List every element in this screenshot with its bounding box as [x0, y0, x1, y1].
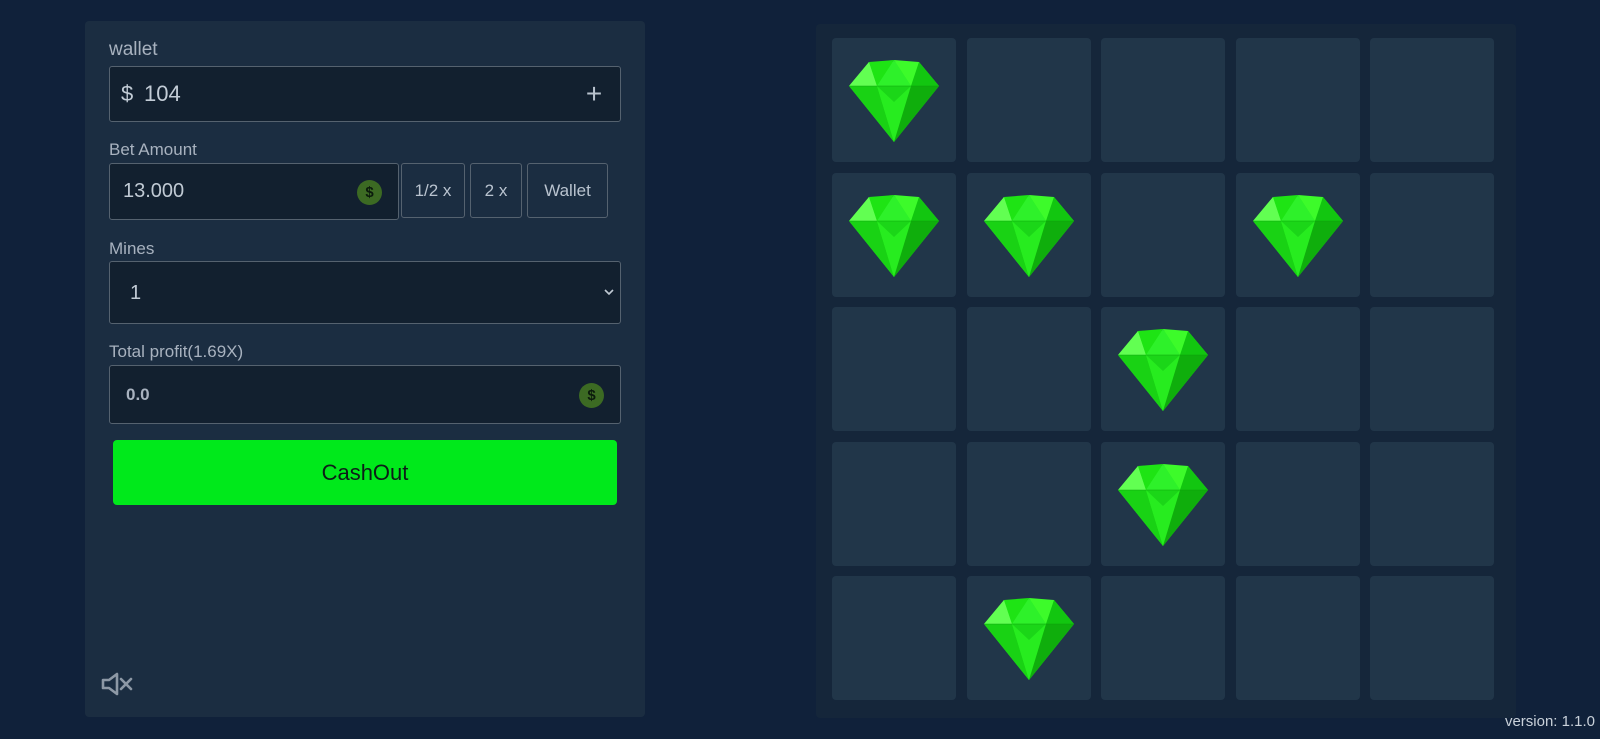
total-profit-value: 0.0: [126, 385, 150, 404]
bet-amount-input[interactable]: 13.000 $: [109, 163, 399, 220]
bet-amount-label: Bet Amount: [109, 140, 197, 159]
board-tile[interactable]: [1236, 442, 1360, 566]
wallet-balance: 104: [144, 81, 181, 106]
board-tile[interactable]: [967, 173, 1091, 297]
double-bet-button[interactable]: 2 x: [470, 163, 522, 218]
wallet-currency-symbol: $: [121, 81, 134, 106]
green-gem-icon: [982, 193, 1076, 279]
dollar-coin-icon: $: [357, 180, 382, 205]
board-tile[interactable]: [1370, 307, 1494, 431]
board-tile[interactable]: [1101, 307, 1225, 431]
chevron-down-icon: [604, 289, 614, 296]
version-label: version: 1.1.0: [1504, 713, 1595, 730]
board-tile[interactable]: [1236, 576, 1360, 700]
board-tile[interactable]: [967, 38, 1091, 162]
green-gem-icon: [847, 58, 941, 144]
board-tile[interactable]: [1101, 576, 1225, 700]
wallet-label: wallet: [109, 39, 158, 60]
green-gem-icon: [982, 596, 1076, 682]
board-tile[interactable]: [967, 576, 1091, 700]
green-gem-icon: [847, 193, 941, 279]
cashout-button[interactable]: CashOut: [113, 440, 617, 505]
board-tile[interactable]: [832, 576, 956, 700]
mines-label: Mines: [109, 239, 155, 258]
half-bet-button[interactable]: 1/2 x: [401, 163, 465, 218]
mines-selected-value: 1: [130, 282, 142, 304]
speaker-muted-icon[interactable]: [101, 671, 135, 697]
board-tile[interactable]: [1101, 38, 1225, 162]
control-panel: wallet $ 104 + Bet Amount 13.000 $ 1/2 x…: [85, 21, 645, 717]
board-tile[interactable]: [1236, 38, 1360, 162]
dollar-coin-icon: $: [579, 383, 604, 408]
wallet-bet-button[interactable]: Wallet: [527, 163, 608, 218]
wallet-field: $ 104 +: [109, 66, 621, 122]
board-tile[interactable]: [1236, 307, 1360, 431]
board-tile[interactable]: [1370, 442, 1494, 566]
green-gem-icon: [1251, 193, 1345, 279]
board-tile[interactable]: [967, 442, 1091, 566]
board-tile[interactable]: [1370, 173, 1494, 297]
total-profit-field: 0.0 $: [109, 365, 621, 424]
board-tile[interactable]: [1101, 173, 1225, 297]
board-tile[interactable]: [832, 173, 956, 297]
board-tile[interactable]: [1101, 442, 1225, 566]
mines-board: [816, 24, 1516, 718]
mines-select[interactable]: 1: [109, 261, 621, 324]
board-tile[interactable]: [1370, 576, 1494, 700]
mines-game: wallet $ 104 + Bet Amount 13.000 $ 1/2 x…: [0, 0, 1600, 739]
board-tile[interactable]: [832, 307, 956, 431]
bet-amount-value: 13.000: [123, 180, 185, 202]
green-gem-icon: [1116, 462, 1210, 548]
board-tile[interactable]: [1370, 38, 1494, 162]
add-funds-button[interactable]: +: [578, 75, 610, 113]
board-tile[interactable]: [967, 307, 1091, 431]
board-tile[interactable]: [832, 442, 956, 566]
board-tile[interactable]: [832, 38, 956, 162]
board-tile[interactable]: [1236, 173, 1360, 297]
green-gem-icon: [1116, 327, 1210, 413]
total-profit-label: Total profit(1.69X): [109, 342, 244, 361]
